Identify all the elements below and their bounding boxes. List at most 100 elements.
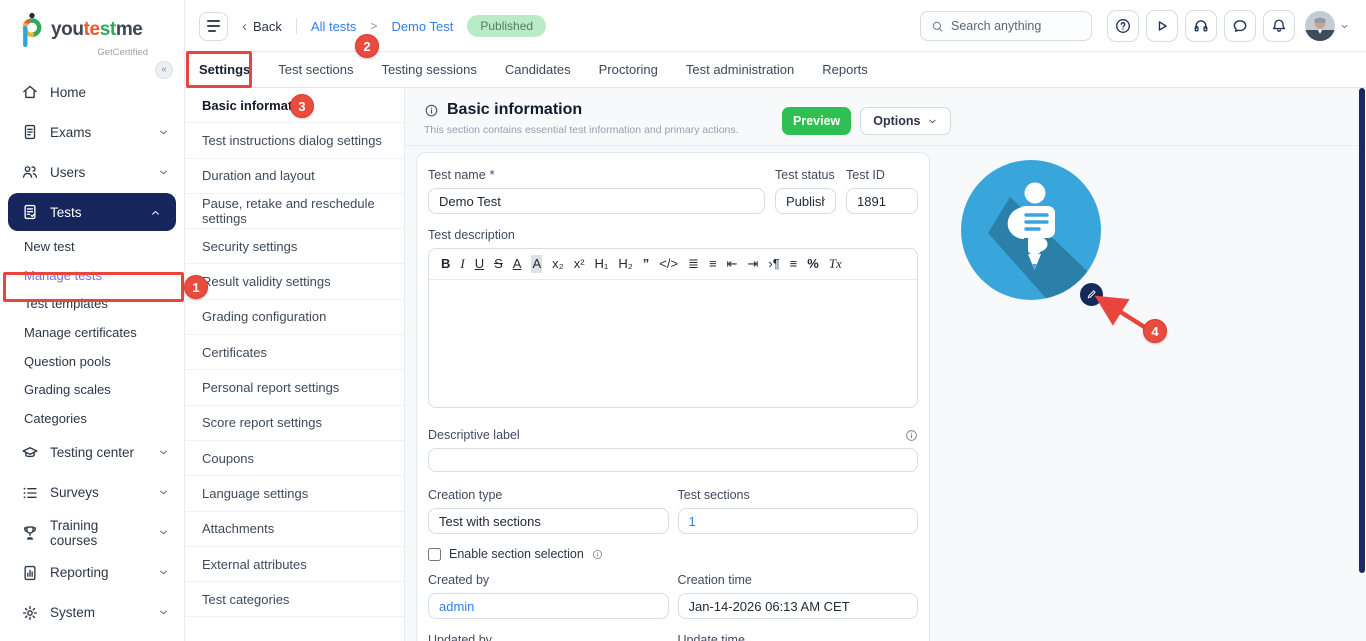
settings-nav-item[interactable]: Personal report settings xyxy=(185,370,404,405)
test-sections-input[interactable] xyxy=(678,508,919,534)
sidebar-subitem[interactable]: Question pools xyxy=(0,347,184,376)
sidebar-item[interactable]: Users xyxy=(0,152,184,192)
sidebar-item[interactable]: Reporting xyxy=(0,553,184,593)
test-description-input[interactable] xyxy=(429,280,917,407)
sidebar-subitem[interactable]: Manage tests xyxy=(0,261,184,290)
editor-toolbar-button[interactable]: ≡ xyxy=(790,255,798,273)
rich-text-editor[interactable]: B I U S A A x₂ x² xyxy=(428,248,918,408)
preview-button[interactable]: Preview xyxy=(782,107,851,135)
editor-toolbar-button[interactable]: % xyxy=(807,255,819,273)
sidebar-collapse-button[interactable]: « xyxy=(155,61,173,79)
avatar[interactable] xyxy=(1305,11,1335,41)
editor-toolbar-button[interactable]: Tx xyxy=(829,255,842,273)
editor-toolbar-button[interactable]: I xyxy=(460,255,464,273)
sidebar-item[interactable]: Home xyxy=(0,72,184,112)
sidebar-item[interactable]: Exams xyxy=(0,112,184,152)
settings-nav-item[interactable]: Language settings xyxy=(185,476,404,511)
editor-toolbar-button[interactable]: S xyxy=(494,255,503,273)
user-menu[interactable] xyxy=(1305,11,1350,41)
editor-toolbar-button[interactable]: A xyxy=(531,255,542,273)
breadcrumb-current[interactable]: Demo Test xyxy=(391,19,453,34)
settings-nav-item[interactable]: Certificates xyxy=(185,335,404,370)
sidebar-subitem[interactable]: Manage certificates xyxy=(0,318,184,347)
status-badge: Published xyxy=(467,15,546,37)
editor-toolbar-button[interactable]: ›¶ xyxy=(768,255,779,273)
editor-toolbar-button[interactable]: ” xyxy=(643,255,650,273)
creation-type-input xyxy=(428,508,669,534)
vertical-scrollbar[interactable] xyxy=(1359,88,1365,573)
breadcrumb-all-tests[interactable]: All tests xyxy=(311,19,357,34)
chevron-down-icon xyxy=(157,486,170,499)
sidebar-tests-children: New test Manage tests Test templates Man… xyxy=(0,232,184,433)
editor-toolbar-button[interactable]: ≣ xyxy=(688,255,699,273)
surveys-icon xyxy=(21,484,39,502)
descriptive-label-input[interactable] xyxy=(428,448,918,472)
settings-nav-item[interactable]: Test instructions dialog settings xyxy=(185,123,404,158)
search-input[interactable] xyxy=(951,19,1081,33)
created-by-input[interactable] xyxy=(428,593,669,619)
test-status-label: Test status xyxy=(775,168,836,182)
chevron-down-icon xyxy=(157,606,170,619)
search-icon xyxy=(931,20,944,33)
tab[interactable]: Testing sessions xyxy=(367,52,490,87)
settings-nav-item[interactable]: Attachments xyxy=(185,512,404,547)
editor-toolbar-button[interactable]: ⇤ xyxy=(727,255,738,273)
sidebar-subitem[interactable]: Grading scales xyxy=(0,375,184,404)
tab[interactable]: Test administration xyxy=(672,52,808,87)
editor-toolbar-button[interactable]: H₁ xyxy=(595,255,609,273)
sidebar-item[interactable]: Testing center xyxy=(0,433,184,473)
chevron-left-icon: ‹ xyxy=(242,19,247,34)
edit-image-button[interactable] xyxy=(1078,281,1105,308)
sidebar-item[interactable]: Training courses xyxy=(0,513,184,553)
enable-section-selection-checkbox[interactable] xyxy=(428,548,441,561)
back-button[interactable]: ‹ Back xyxy=(242,19,282,34)
tab[interactable]: Reports xyxy=(808,52,882,87)
settings-nav-item[interactable]: Result validity settings xyxy=(185,264,404,299)
editor-toolbar-button[interactable]: ⇥ xyxy=(747,255,758,273)
sidebar-item[interactable]: System xyxy=(0,593,184,633)
tab[interactable]: Candidates xyxy=(491,52,585,87)
settings-nav-item[interactable]: Score report settings xyxy=(185,406,404,441)
settings-nav-item[interactable]: External attributes xyxy=(185,547,404,582)
topbar-icon-button[interactable] xyxy=(1224,10,1256,42)
topbar-icon-button[interactable] xyxy=(1146,10,1178,42)
settings-nav-item[interactable]: Duration and layout xyxy=(185,159,404,194)
enable-section-selection-row: Enable section selection xyxy=(428,547,918,561)
sidebar-subitem[interactable]: New test xyxy=(0,232,184,261)
sidebar-item[interactable]: Surveys xyxy=(0,473,184,513)
testing-center-icon xyxy=(21,444,39,462)
tab[interactable]: Settings xyxy=(185,52,264,87)
topbar-icon-button[interactable] xyxy=(1107,10,1139,42)
editor-toolbar-button[interactable]: ≡ xyxy=(709,255,717,273)
sidebar-subitem[interactable]: Test templates xyxy=(0,289,184,318)
sidebar-item[interactable]: Tests xyxy=(8,193,176,231)
test-name-input[interactable] xyxy=(428,188,765,214)
chevron-down-icon xyxy=(927,116,938,127)
editor-toolbar-button[interactable]: U xyxy=(475,255,484,273)
settings-nav-item[interactable]: Test categories xyxy=(185,582,404,617)
tab[interactable]: Proctoring xyxy=(585,52,672,87)
sidebar-subitem[interactable]: Categories xyxy=(0,404,184,433)
test-tabs: Settings Test sections Testing sessions … xyxy=(185,52,1366,88)
menu-toggle-button[interactable] xyxy=(199,12,228,41)
settings-nav-item[interactable]: Basic information xyxy=(185,88,404,123)
settings-nav-item[interactable]: Security settings xyxy=(185,229,404,264)
chevron-down-icon xyxy=(157,126,170,139)
global-search[interactable] xyxy=(920,11,1092,41)
topbar-icon-button[interactable] xyxy=(1263,10,1295,42)
info-icon xyxy=(592,549,603,560)
settings-nav-item[interactable]: Grading configuration xyxy=(185,300,404,335)
creation-time-input xyxy=(678,593,919,619)
editor-toolbar-button[interactable]: H₂ xyxy=(618,255,632,273)
editor-toolbar-button[interactable]: x₂ xyxy=(552,255,564,273)
editor-toolbar-button[interactable]: x² xyxy=(574,255,585,273)
editor-toolbar-button[interactable]: B xyxy=(441,255,450,273)
settings-nav-item[interactable]: Pause, retake and reschedule settings xyxy=(185,194,404,229)
help-icon xyxy=(1114,17,1132,35)
editor-toolbar-button[interactable]: A xyxy=(513,255,522,273)
tab[interactable]: Test sections xyxy=(264,52,367,87)
editor-toolbar-button[interactable]: </> xyxy=(659,255,678,273)
settings-nav-item[interactable]: Coupons xyxy=(185,441,404,476)
options-button[interactable]: Options xyxy=(860,107,951,135)
topbar-icon-button[interactable] xyxy=(1185,10,1217,42)
